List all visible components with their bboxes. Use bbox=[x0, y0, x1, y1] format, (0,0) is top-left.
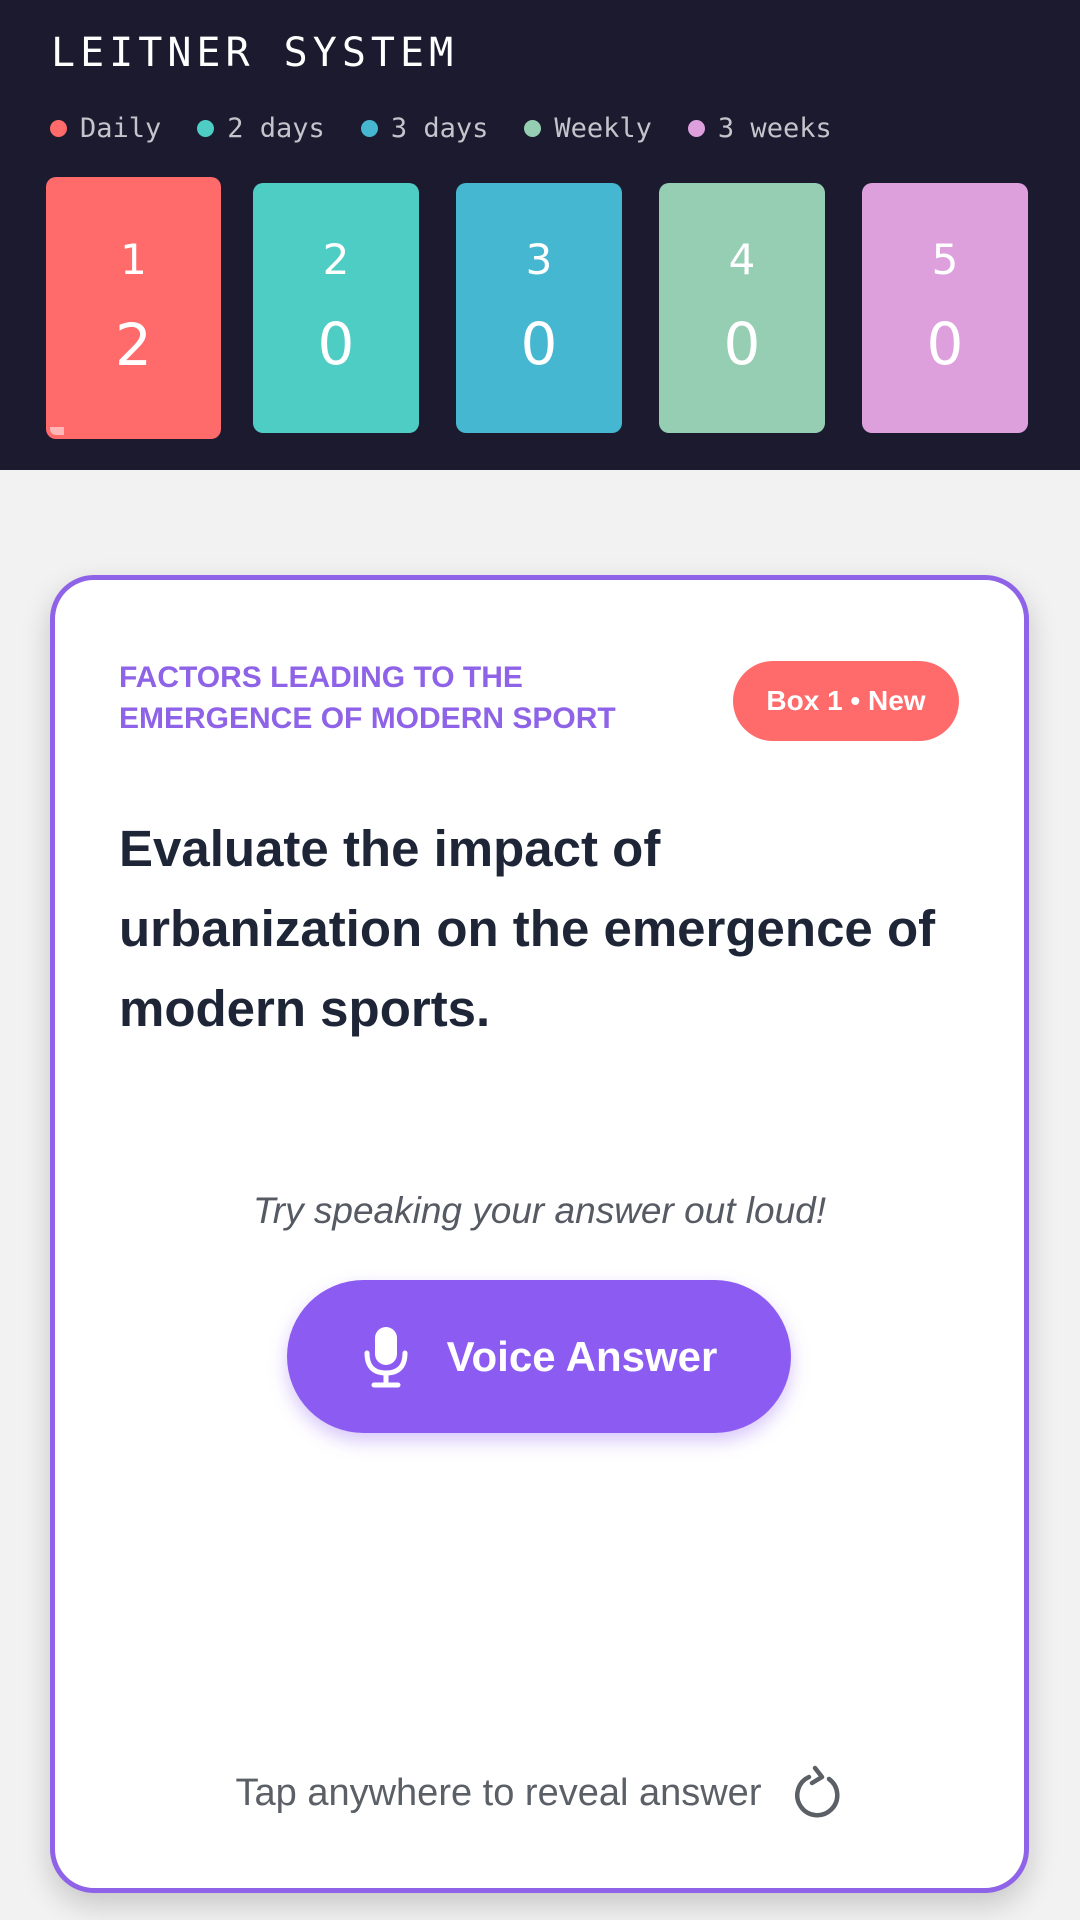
interval-legend: Daily 2 days 3 days Weekly 3 weeks bbox=[50, 110, 868, 146]
legend-label: Daily bbox=[80, 112, 162, 144]
voice-answer-button[interactable]: Voice Answer bbox=[287, 1280, 791, 1433]
box-number: 5 bbox=[931, 235, 959, 284]
box-number: 4 bbox=[728, 235, 756, 284]
legend-item-3-days: 3 days bbox=[360, 112, 489, 144]
box-number: 1 bbox=[120, 235, 147, 284]
box-number: 2 bbox=[322, 235, 350, 284]
refresh-icon bbox=[795, 1765, 840, 1818]
microphone-icon bbox=[364, 1326, 408, 1387]
legend-dot bbox=[50, 119, 67, 137]
legend-dot bbox=[687, 119, 705, 137]
leitner-box-2[interactable]: 2 0 bbox=[253, 183, 419, 433]
app-title: LEITNER SYSTEM bbox=[51, 30, 459, 76]
legend-dot bbox=[524, 119, 542, 137]
legend-item-weekly: Weekly bbox=[524, 113, 652, 144]
box-card-count: 0 bbox=[723, 310, 761, 378]
legend-label: 3 weeks bbox=[717, 112, 832, 144]
box-card-count: 0 bbox=[317, 310, 355, 378]
legend-label: 2 days bbox=[227, 112, 325, 144]
card-question: Evaluate the impact of urbanization on t… bbox=[119, 820, 936, 1037]
leitner-box-5[interactable]: 5 0 bbox=[862, 183, 1028, 433]
legend-item-2-days: 2 days bbox=[197, 113, 325, 144]
legend-item-3-weeks: 3 weeks bbox=[687, 112, 832, 144]
box-status-badge: Box 1 • New bbox=[733, 661, 959, 741]
voice-hint: Try speaking your answer out loud! bbox=[252, 1190, 827, 1231]
legend-dot bbox=[197, 119, 215, 137]
voice-answer-label: Voice Answer bbox=[446, 1332, 718, 1380]
leitner-box-1[interactable]: 1 2 bbox=[46, 177, 221, 439]
card-topic: FACTORS LEADING TO THE EMERGENCE OF MODE… bbox=[119, 661, 616, 735]
header-bar: LEITNER SYSTEM Daily 2 days 3 days Weekl… bbox=[0, 0, 1080, 470]
active-box-indicator bbox=[50, 427, 64, 435]
box-card-count: 0 bbox=[520, 310, 558, 378]
legend-label: 3 days bbox=[390, 112, 489, 144]
reveal-answer-label: Tap anywhere to reveal answer bbox=[235, 1771, 762, 1814]
legend-dot bbox=[360, 119, 378, 137]
flashcard[interactable]: FACTORS LEADING TO THE EMERGENCE OF MODE… bbox=[50, 575, 1029, 1893]
box-card-count: 0 bbox=[926, 310, 964, 378]
leitner-box-4[interactable]: 4 0 bbox=[659, 183, 825, 433]
legend-label: Weekly bbox=[554, 112, 652, 144]
leitner-box-3[interactable]: 3 0 bbox=[456, 183, 622, 433]
reveal-answer-hint[interactable]: Tap anywhere to reveal answer bbox=[55, 1765, 1024, 1821]
legend-item-daily: Daily bbox=[50, 113, 161, 144]
box-number: 3 bbox=[525, 235, 553, 284]
box-card-count: 2 bbox=[115, 311, 152, 379]
